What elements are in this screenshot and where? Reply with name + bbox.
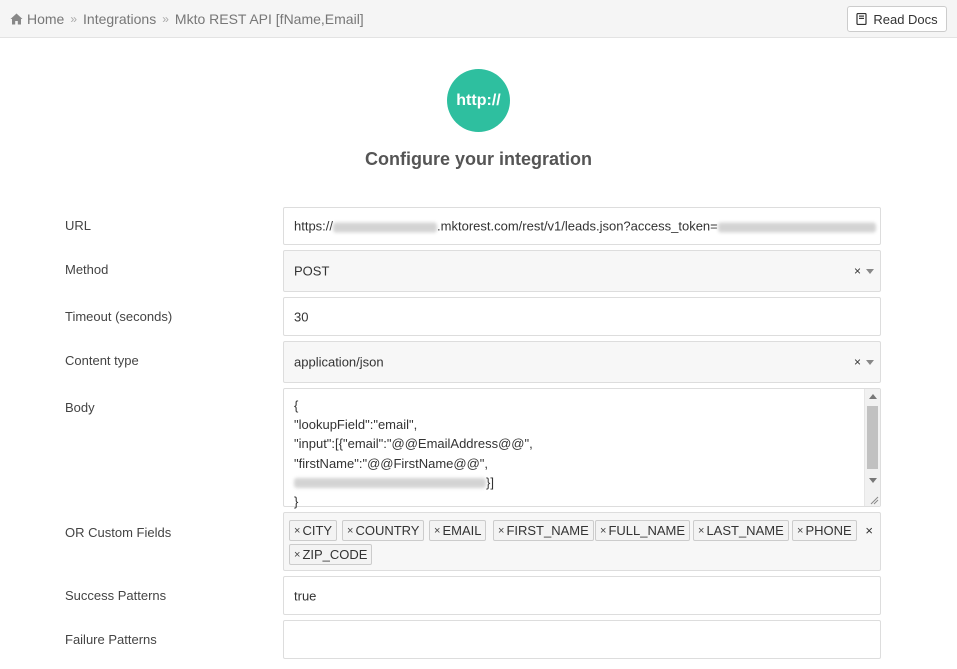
custom-fields-multiselect[interactable]: × CITY × COUNTRY × EMAIL × FIRST_NAME × FULL_… (283, 512, 881, 571)
body-textarea[interactable]: { "lookupField":"email", "input":[{"email"… (283, 388, 881, 509)
method-select[interactable]: POST × (283, 250, 881, 292)
body-line: { (294, 398, 299, 413)
body-line: "lookupField":"email", (294, 417, 418, 433)
scroll-down-icon[interactable] (869, 478, 877, 483)
url-value-prefix: https:// (294, 218, 334, 234)
home-icon (10, 13, 23, 25)
chevron-down-icon[interactable] (866, 359, 874, 365)
failure-patterns-label: Failure Patterns (65, 632, 157, 647)
tag-zip-code[interactable]: × ZIP_CODE (289, 544, 373, 565)
breadcrumb-current: Mkto REST API [fName,Email] (174, 11, 364, 27)
breadcrumb-integrations-link[interactable]: Integrations (83, 11, 156, 27)
breadcrumb-separator: » (70, 12, 78, 26)
success-patterns-input[interactable]: true (283, 576, 881, 615)
timeout-label: Timeout (seconds) (65, 309, 173, 324)
breadcrumb: Home » Integrations » Mkto REST API [fNa… (10, 11, 364, 27)
url-input[interactable]: https:// .mktorest.com/rest/v1/leads.json… (283, 207, 881, 245)
book-icon (856, 13, 867, 25)
tag-full-name[interactable]: × FULL_NAME (595, 520, 691, 541)
body-label: Body (65, 400, 95, 415)
tag-last-name[interactable]: × LAST_NAME (693, 520, 789, 541)
body-scrollbar[interactable] (864, 389, 880, 506)
body-line-redacted: }] (294, 473, 533, 492)
url-value: https:// .mktorest.com/rest/v1/leads.json… (294, 219, 876, 234)
content-type-label: Content type (65, 353, 139, 368)
timeout-value: 30 (294, 309, 309, 324)
url-label: URL (65, 218, 92, 233)
chevron-down-icon[interactable] (866, 268, 874, 274)
tag-remove-icon[interactable]: × (698, 525, 704, 537)
url-value-middle: .mktorest.com/rest/v1/leads.json?access_… (437, 218, 718, 234)
content-type-value: application/json (294, 354, 384, 370)
breadcrumb-home-link[interactable]: Home (27, 11, 64, 27)
success-patterns-value: true (294, 588, 317, 603)
tag-first-name[interactable]: × FIRST_NAME (493, 520, 594, 541)
scroll-thumb[interactable] (867, 406, 878, 469)
tag-remove-icon[interactable]: × (347, 525, 353, 537)
success-patterns-label: Success Patterns (65, 588, 167, 603)
tag-phone[interactable]: × PHONE (792, 520, 857, 541)
body-line: } (294, 494, 299, 510)
tag-remove-icon[interactable]: × (294, 549, 300, 561)
logo-text: http:// (456, 91, 501, 109)
http-integration-logo: http:// (447, 69, 510, 132)
scroll-up-icon[interactable] (869, 394, 877, 399)
tag-country[interactable]: × COUNTRY (342, 520, 425, 541)
tag-remove-icon[interactable]: × (600, 525, 606, 537)
read-docs-label: Read Docs (873, 11, 938, 27)
timeout-input[interactable]: 30 (283, 297, 881, 336)
breadcrumb-separator: » (162, 12, 169, 26)
method-clear-icon[interactable]: × (854, 265, 861, 277)
tag-remove-icon[interactable]: × (797, 525, 803, 537)
tag-remove-icon[interactable]: × (294, 525, 300, 537)
redacted-token (717, 222, 876, 233)
page-title: Configure your integration (365, 149, 592, 169)
tag-city[interactable]: × CITY (289, 520, 338, 541)
tag-remove-icon[interactable]: × (434, 525, 440, 537)
body-line: "input":[{"email":"@@EmailAddress@@", (294, 436, 533, 452)
content-type-select[interactable]: application/json × (283, 341, 881, 383)
top-bar: Home » Integrations » Mkto REST API [fNa… (0, 0, 957, 38)
custom-fields-clear-icon[interactable]: × (865, 523, 873, 538)
tag-remove-icon[interactable]: × (498, 525, 504, 537)
method-value: POST (294, 263, 330, 279)
tag-email[interactable]: × EMAIL (429, 520, 487, 541)
body-line: "firstName":"@@FirstName@@", (294, 455, 489, 471)
read-docs-button[interactable]: Read Docs (847, 6, 947, 32)
content-type-clear-icon[interactable]: × (854, 356, 861, 368)
custom-fields-label: OR Custom Fields (65, 525, 172, 540)
method-label: Method (65, 262, 109, 277)
redacted-host (333, 222, 438, 233)
failure-patterns-input[interactable] (283, 620, 881, 659)
body-code: { "lookupField":"email", "input":[{"email"… (294, 396, 533, 511)
redacted-body-field (294, 478, 486, 489)
resize-grip-icon[interactable] (869, 495, 879, 505)
